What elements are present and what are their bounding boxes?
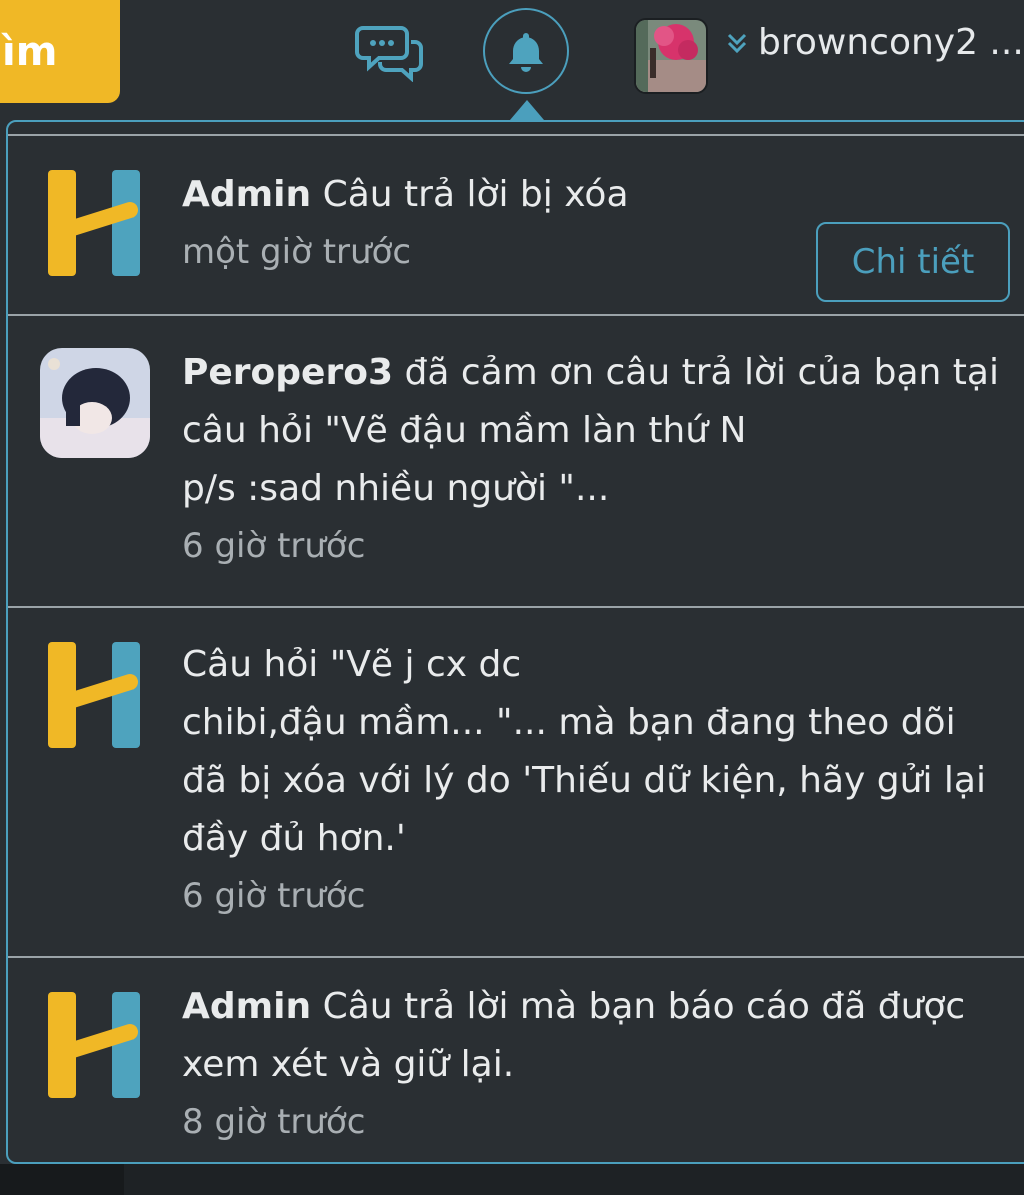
notification-item[interactable]: Peropero3 đã cảm ơn câu trả lời của bạn …: [8, 316, 1024, 608]
user-menu[interactable]: browncony2 ...: [726, 22, 1024, 63]
notification-item[interactable]: Admin Câu trả lời bị xóa một giờ trước C…: [8, 136, 1024, 316]
search-button-label: ìm: [2, 28, 58, 75]
notification-actor: Admin: [182, 174, 312, 215]
notification-time: 6 giờ trước: [182, 876, 366, 916]
notification-time: 8 giờ trước: [182, 1102, 366, 1142]
user-avatar[interactable]: [634, 18, 708, 94]
notifications-list: Admin Câu trả lời bị xóa một giờ trước C…: [8, 134, 1024, 1162]
notification-text: Admin Câu trả lời mà bạn báo cáo đã được…: [182, 978, 1002, 1150]
page-background-block: [0, 1164, 124, 1195]
detail-button[interactable]: Chi tiết: [816, 222, 1010, 302]
notification-actor: Admin: [182, 986, 312, 1027]
notification-time: 6 giờ trước: [182, 526, 366, 566]
username: browncony2 ...: [758, 22, 1024, 63]
notification-message: Câu hỏi "Vẽ j cx dc: [182, 644, 522, 685]
search-button[interactable]: ìm: [0, 0, 120, 103]
notifications-bell-button[interactable]: [483, 8, 569, 94]
peropero3-avatar: [40, 348, 150, 458]
notification-text: Peropero3 đã cảm ơn câu trả lời của bạn …: [182, 344, 1002, 574]
notification-text: Câu hỏi "Vẽ j cx dc chibi,đậu mầm... "..…: [182, 636, 1002, 924]
avatar-image: [40, 348, 150, 458]
notification-item[interactable]: Câu hỏi "Vẽ j cx dc chibi,đậu mầm... "..…: [8, 608, 1024, 958]
hoc24-logo-icon: [48, 992, 140, 1098]
bell-icon: [509, 33, 543, 72]
user-avatar-image: [636, 20, 706, 92]
notification-item[interactable]: Admin Câu trả lời mà bạn báo cáo đã được…: [8, 958, 1024, 1162]
hoc24-logo-icon: [48, 170, 140, 276]
top-navbar: ìm browncony2 ...: [0, 0, 1024, 120]
chevron-double-down-icon: [727, 33, 747, 53]
chat-bubbles-icon[interactable]: [355, 22, 425, 82]
hoc24-logo-icon: [48, 642, 140, 748]
notification-message: Câu trả lời bị xóa: [322, 174, 629, 215]
notification-message-line2: chibi,đậu mầm... "... mà bạn đang theo d…: [182, 702, 986, 859]
notification-actor: Peropero3: [182, 352, 394, 393]
dropdown-caret: [510, 100, 544, 120]
notification-message-line2: p/s :sad nhiều người "...: [182, 468, 610, 509]
notifications-dropdown: Admin Câu trả lời bị xóa một giờ trước C…: [6, 120, 1024, 1164]
page-background-strip: [0, 1164, 1024, 1195]
